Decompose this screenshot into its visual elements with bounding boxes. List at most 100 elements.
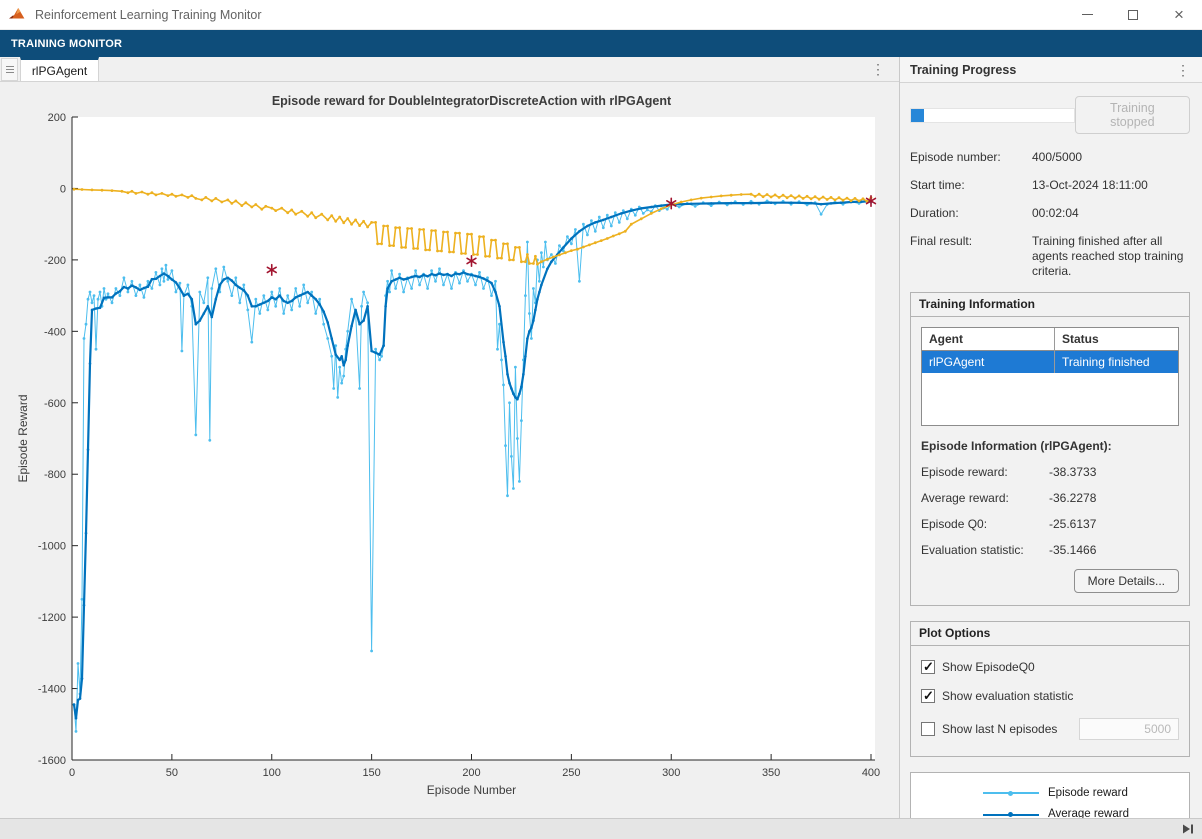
average-reward-label: Average reward:: [921, 491, 1049, 505]
training-stopped-button: Training stopped: [1075, 96, 1190, 134]
more-details-button[interactable]: More Details...: [1074, 569, 1179, 593]
table-empty-area: [922, 373, 1178, 425]
svg-text:350: 350: [762, 767, 780, 779]
svg-text:0: 0: [69, 767, 75, 779]
plot-options-body: Show EpisodeQ0 Show evaluation statistic…: [911, 646, 1189, 756]
svg-text:0: 0: [60, 183, 66, 195]
matlab-logo-icon: [9, 7, 27, 22]
episode-information-title: Episode Information (rlPGAgent):: [921, 439, 1179, 453]
training-progress-bar: [910, 108, 1075, 123]
plot-options-title: Plot Options: [911, 622, 1189, 646]
hamburger-icon: [6, 69, 14, 70]
episode-number-row: Episode number: 400/5000: [910, 150, 1192, 165]
table-row[interactable]: rlPGAgent Training finished: [922, 351, 1178, 373]
svg-text:-1400: -1400: [38, 684, 66, 696]
show-last-n-episodes-checkbox[interactable]: [921, 722, 935, 736]
episode-reward-value: -38.3733: [1049, 465, 1179, 479]
window-controls: ×: [1064, 0, 1202, 29]
episode-number-label: Episode number:: [910, 150, 1032, 165]
average-reward-row: Average reward: -36.2278: [921, 491, 1179, 505]
show-last-n-episodes-option: Show last N episodes: [921, 718, 1179, 740]
episode-reward-swatch-icon: [983, 788, 1039, 798]
svg-text:150: 150: [362, 767, 380, 779]
training-information-group: Training Information Agent Status rlPGAg…: [910, 292, 1190, 606]
svg-text:100: 100: [263, 767, 281, 779]
episode-reward-chart: 050100150200250300350400-1600-1400-1200-…: [0, 82, 899, 815]
panel-header: Training Progress ⋮: [900, 57, 1202, 83]
legend-average-reward-label: Average reward: [1048, 807, 1129, 818]
panel-menu-icon[interactable]: ⋮: [1176, 63, 1190, 77]
expand-panel-icon[interactable]: [1181, 823, 1195, 835]
statusbar: [0, 818, 1202, 839]
table-header-row: Agent Status: [922, 328, 1178, 351]
show-evaluation-statistic-option: Show evaluation statistic: [921, 689, 1179, 703]
rl-training-monitor-window: { "window": { "title": "Reinforcement Le…: [0, 0, 1202, 839]
legend-average-reward: Average reward: [917, 807, 1183, 818]
document-list-button[interactable]: [1, 58, 18, 81]
show-evaluation-statistic-label: Show evaluation statistic: [942, 689, 1073, 703]
agent-status-table: Agent Status rlPGAgent Training finished: [921, 327, 1179, 426]
evaluation-statistic-value: -35.1466: [1049, 543, 1179, 557]
ribbon-tab-training-monitor[interactable]: TRAINING MONITOR: [11, 38, 122, 50]
svg-text:400: 400: [862, 767, 880, 779]
tab-rlpgagent[interactable]: rlPGAgent: [20, 57, 99, 81]
duration-value: 00:02:04: [1032, 206, 1192, 221]
svg-text:200: 200: [48, 112, 66, 124]
svg-text:-1200: -1200: [38, 612, 66, 624]
svg-text:-400: -400: [44, 326, 66, 338]
evaluation-statistic-row: Evaluation statistic: -35.1466: [921, 543, 1179, 557]
tab-label: rlPGAgent: [32, 64, 87, 78]
progress-row: Training stopped: [910, 96, 1192, 134]
training-information-title: Training Information: [911, 293, 1189, 317]
episode-q0-label: Episode Q0:: [921, 517, 1049, 531]
minimize-button[interactable]: [1064, 0, 1110, 29]
more-details-row: More Details...: [921, 569, 1179, 593]
show-evaluation-statistic-checkbox[interactable]: [921, 689, 935, 703]
agent-cell: rlPGAgent: [922, 351, 1054, 373]
svg-text:200: 200: [462, 767, 480, 779]
training-information-body: Agent Status rlPGAgent Training finished…: [911, 317, 1189, 605]
tabstrip-menu-icon[interactable]: ⋮: [857, 62, 899, 76]
start-time-value: 13-Oct-2024 18:11:00: [1032, 178, 1192, 193]
duration-row: Duration: 00:02:04: [910, 206, 1192, 221]
final-result-label: Final result:: [910, 234, 1032, 279]
final-result-row: Final result: Training finished after al…: [910, 234, 1192, 279]
titlebar: Reinforcement Learning Training Monitor …: [0, 0, 1202, 30]
svg-text:Episode Number: Episode Number: [427, 783, 516, 797]
final-result-value: Training finished after all agents reach…: [1032, 234, 1192, 279]
document-tabstrip: rlPGAgent ⋮: [0, 57, 899, 82]
svg-text:-1000: -1000: [38, 541, 66, 553]
chart-legend: Episode reward Average reward Episode Q0…: [910, 772, 1190, 818]
average-reward-swatch-icon: [983, 810, 1039, 818]
svg-text:-800: -800: [44, 469, 66, 481]
start-time-row: Start time: 13-Oct-2024 18:11:00: [910, 178, 1192, 193]
status-column-header: Status: [1054, 328, 1178, 351]
start-time-label: Start time:: [910, 178, 1032, 193]
svg-text:Episode reward for DoubleInteg: Episode reward for DoubleIntegratorDiscr…: [272, 94, 672, 108]
panel-title: Training Progress: [910, 63, 1016, 77]
show-episodeq0-option: Show EpisodeQ0: [921, 660, 1179, 674]
episode-reward-row: Episode reward: -38.3733: [921, 465, 1179, 479]
episode-reward-label: Episode reward:: [921, 465, 1049, 479]
episode-number-value: 400/5000: [1032, 150, 1192, 165]
status-cell: Training finished: [1054, 351, 1178, 373]
training-progress-panel: Training Progress ⋮ Training stopped Epi…: [900, 57, 1202, 818]
svg-text:-600: -600: [44, 398, 66, 410]
show-episodeq0-checkbox[interactable]: [921, 660, 935, 674]
window-title: Reinforcement Learning Training Monitor: [35, 8, 262, 22]
evaluation-statistic-label: Evaluation statistic:: [921, 543, 1049, 557]
close-button[interactable]: ×: [1156, 0, 1202, 29]
panel-body: Training stopped Episode number: 400/500…: [900, 83, 1202, 818]
n-episodes-input: [1079, 718, 1179, 740]
show-last-n-episodes-label: Show last N episodes: [942, 722, 1057, 736]
plot-options-group: Plot Options Show EpisodeQ0 Show evaluat…: [910, 621, 1190, 757]
duration-label: Duration:: [910, 206, 1032, 221]
main-area: rlPGAgent ⋮ 050100150200250300350400-160…: [0, 57, 1202, 818]
show-episodeq0-label: Show EpisodeQ0: [942, 660, 1035, 674]
svg-text:50: 50: [166, 767, 178, 779]
maximize-button[interactable]: [1110, 0, 1156, 29]
svg-text:Episode Reward: Episode Reward: [16, 394, 30, 482]
legend-episode-reward-label: Episode reward: [1048, 786, 1128, 800]
episode-q0-row: Episode Q0: -25.6137: [921, 517, 1179, 531]
document-area: rlPGAgent ⋮ 050100150200250300350400-160…: [0, 57, 900, 818]
